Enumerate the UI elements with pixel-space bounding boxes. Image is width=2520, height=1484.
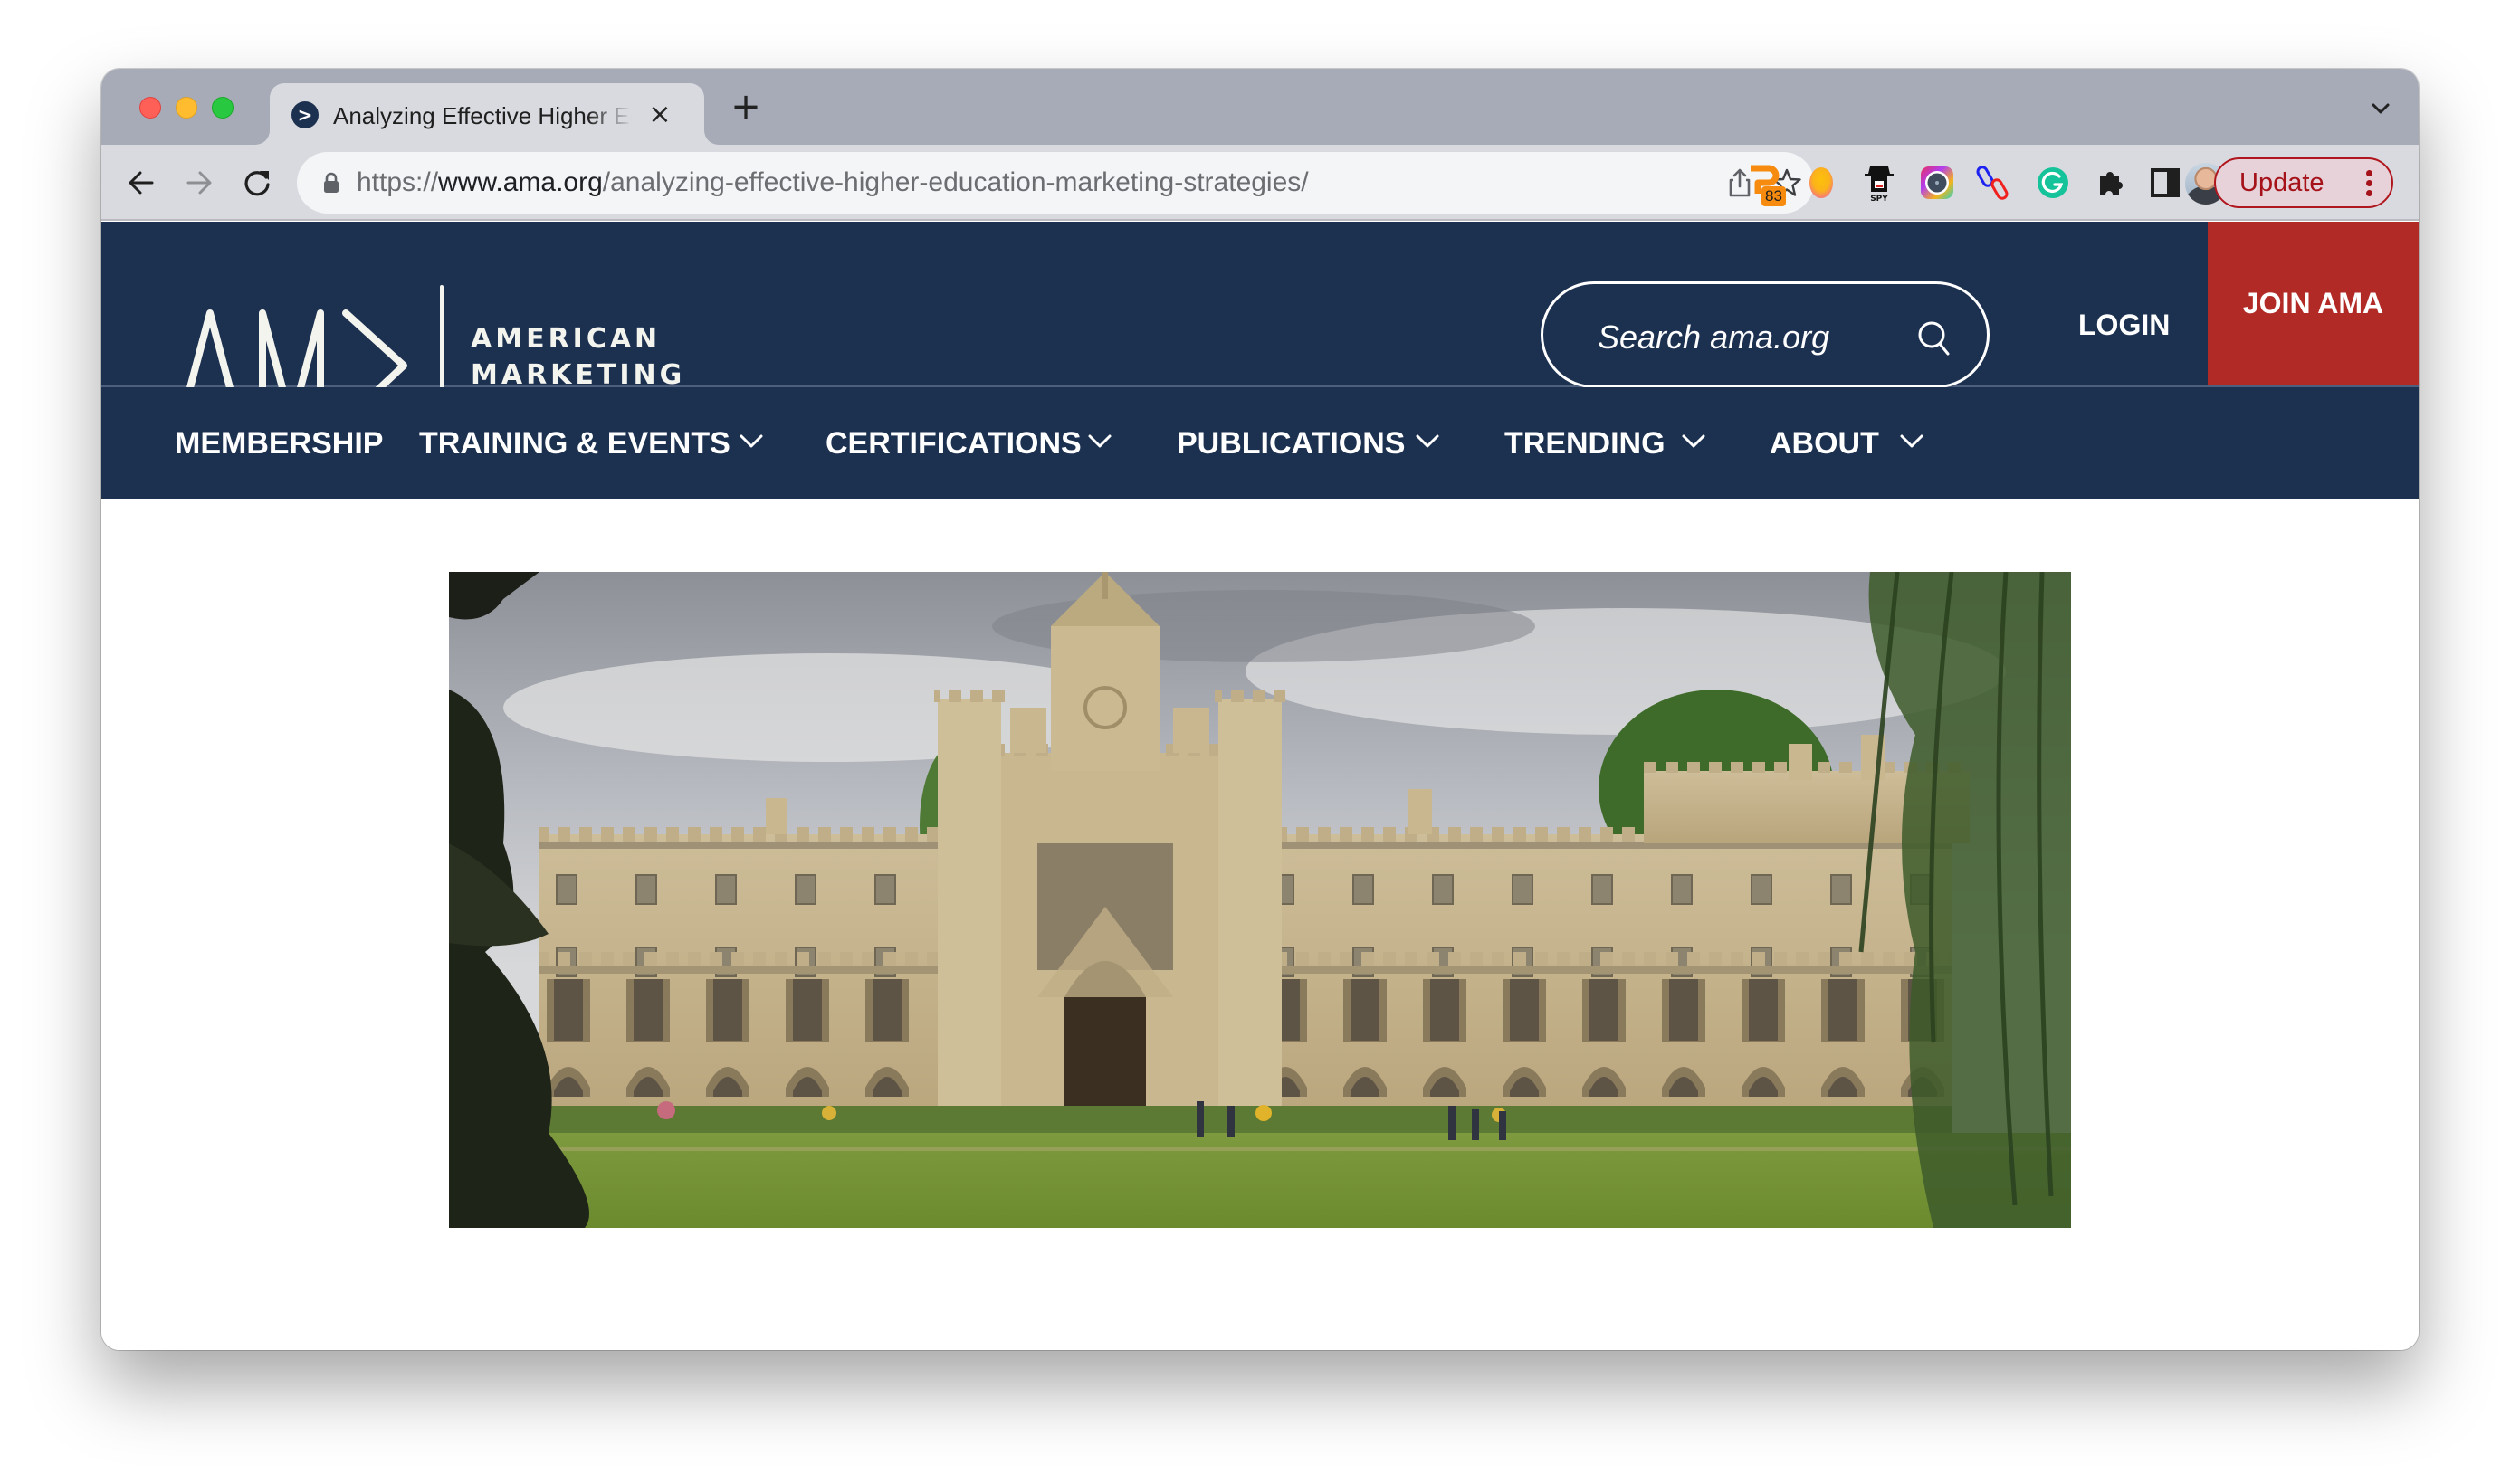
reload-icon[interactable] [239,165,275,201]
spy-extension-icon[interactable]: SPY [1859,163,1899,204]
url-host: www.ama.org [438,167,603,197]
nav-item-training-events[interactable]: TRAINING & EVENTS [419,425,730,461]
lock-icon [324,172,339,193]
extensions-puzzle-icon[interactable] [2091,163,2131,203]
close-window-button[interactable] [139,97,161,119]
back-arrow-icon[interactable] [123,165,159,201]
ama-favicon-icon: > [291,101,319,128]
search-placeholder: Search ama.org [1598,319,1830,356]
certifications-chevron-down-icon[interactable] [1087,433,1112,451]
browser-window: > Analyzing Effective Higher Education M… [101,69,2419,1350]
login-link[interactable]: LOGIN [2078,307,2170,343]
address-bar[interactable]: https://www.ama.org/analyzing-effective-… [297,152,1814,214]
tab-search-chevron-down-icon[interactable] [2364,92,2397,125]
trending-chevron-down-icon[interactable] [1681,433,1706,451]
browser-toolbar: https://www.ama.org/analyzing-effective-… [101,145,2419,221]
minimize-window-button[interactable] [176,97,197,119]
nav-item-membership[interactable]: MEMBERSHIP [175,425,383,461]
url-text[interactable]: https://www.ama.org/analyzing-effective-… [357,166,1309,199]
tab-strip: > Analyzing Effective Higher Education M… [101,69,2419,145]
maximize-window-button[interactable] [212,97,234,119]
new-tab-button[interactable]: + [728,89,764,125]
training-events-chevron-down-icon[interactable] [739,433,764,451]
orange-circle-extension-icon[interactable] [1801,163,1841,203]
search-icon[interactable] [1914,319,1954,358]
site-header: AMERICAN MARKETING ASSOCIATION Search am… [101,222,2419,448]
update-button[interactable]: Update [2214,157,2393,208]
side-panel-icon[interactable] [2145,163,2185,203]
url-scheme: https:// [357,167,439,197]
logo-line-1: AMERICAN MARKETING [471,323,686,391]
more-options-kebab-icon [2366,170,2373,197]
orange-extension-icon[interactable]: 83 [1745,163,1786,206]
extension-badge: 83 [1761,186,1786,206]
site-search-input[interactable]: Search ama.org [1541,281,1990,388]
publications-chevron-down-icon[interactable] [1415,433,1440,451]
camera-extension-icon[interactable] [1917,163,1957,203]
tab-close-icon[interactable]: × [644,100,675,130]
nav-item-certifications[interactable]: CERTIFICATIONS [826,425,1082,461]
link-extension-icon[interactable] [1975,163,2015,203]
browser-tab-active[interactable]: > Analyzing Effective Higher Education M… [270,83,704,145]
svg-text:SPY: SPY [1870,195,1888,203]
update-label: Update [2239,168,2324,197]
page-content [101,499,2419,1350]
forward-arrow-icon[interactable] [181,165,217,201]
join-ama-button[interactable]: JOIN AMA [2208,222,2419,385]
nav-item-publications[interactable]: PUBLICATIONS [1177,425,1405,461]
main-navigation: MEMBERSHIP TRAINING & EVENTS CERTIFICATI… [101,387,2419,499]
nav-item-about[interactable]: ABOUT [1770,425,1879,461]
about-chevron-down-icon[interactable] [1899,433,1924,451]
hero-image [449,572,2071,1228]
tab-title: Analyzing Effective Higher Education Mar… [333,102,632,129]
url-path: /analyzing-effective-higher-education-ma… [602,167,1309,197]
grammarly-extension-icon[interactable] [2033,163,2073,203]
nav-item-trending[interactable]: TRENDING [1504,425,1666,461]
